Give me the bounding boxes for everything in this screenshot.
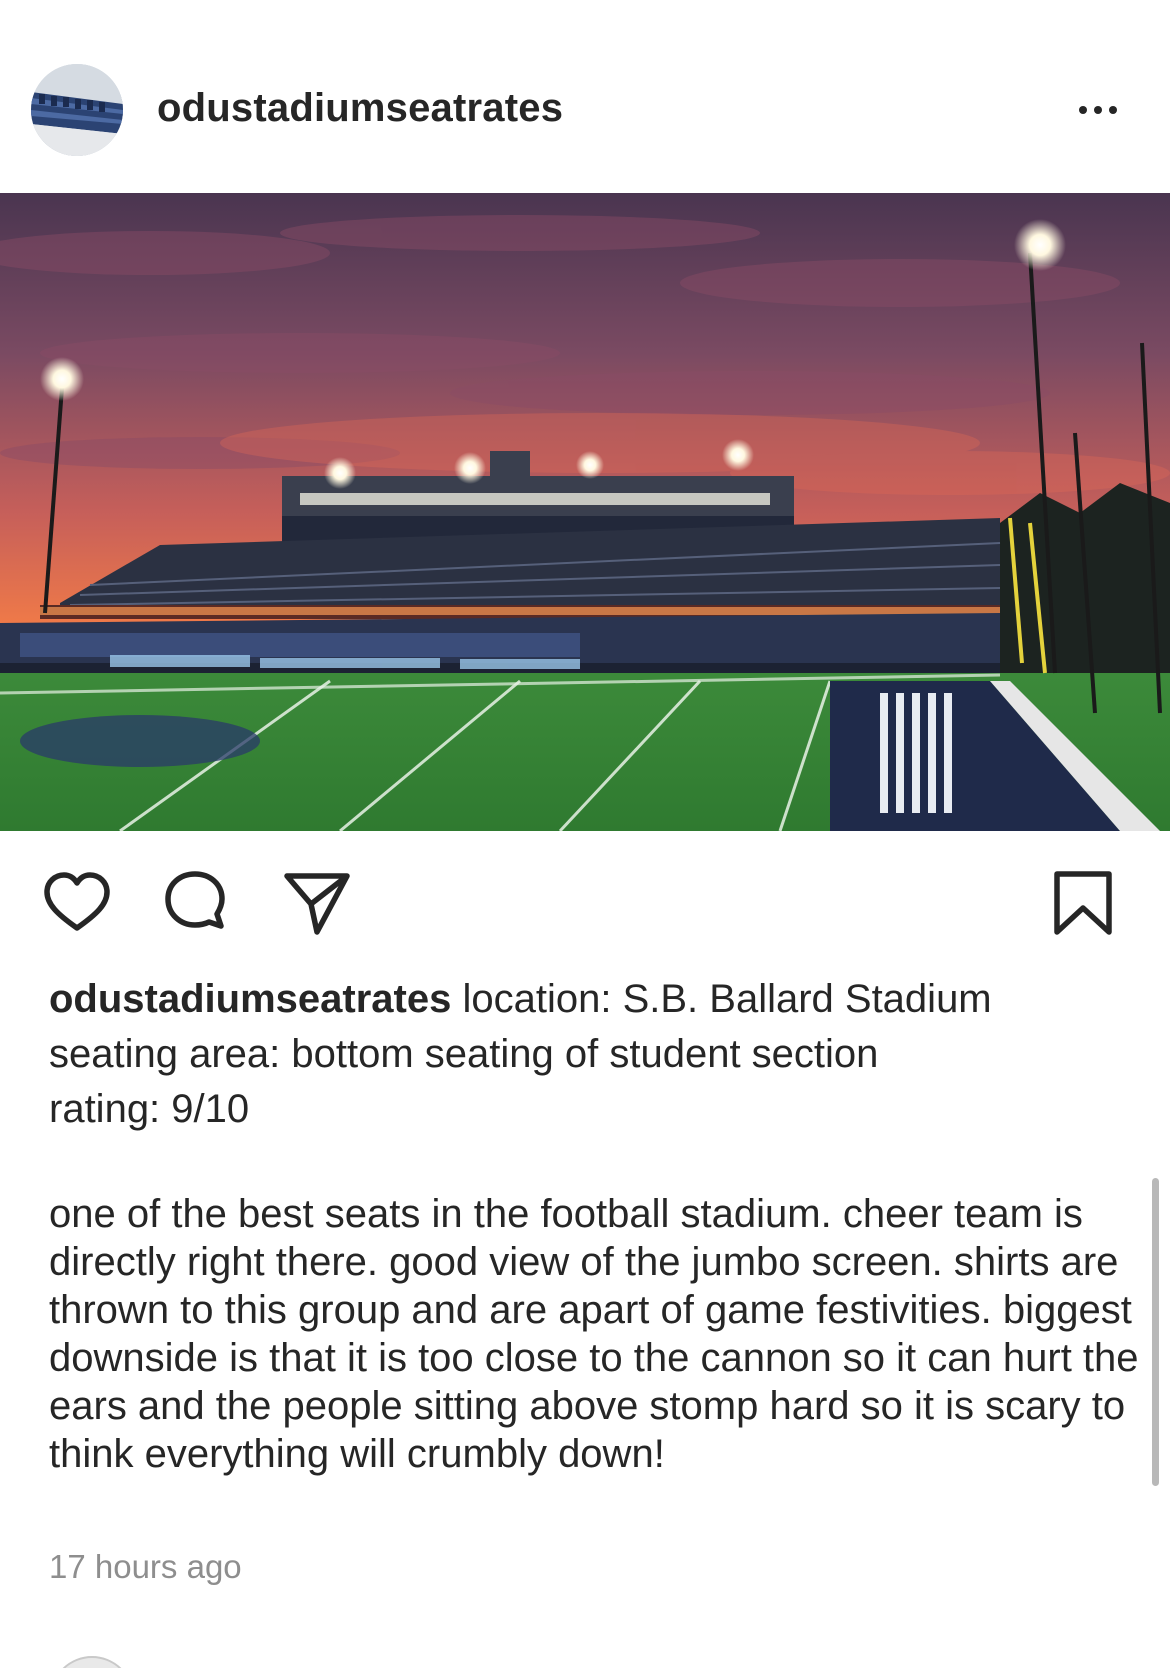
bookmark-icon[interactable]: [1047, 868, 1119, 938]
profile-avatar[interactable]: [31, 64, 123, 156]
next-post-avatar[interactable]: [50, 1656, 134, 1668]
caption-seating-area: seating area: bottom seating of student …: [49, 1032, 879, 1076]
paper-plane-icon[interactable]: [281, 868, 353, 938]
dot: [1109, 106, 1117, 114]
post-header: odustadiumseatrates: [0, 60, 1170, 160]
caption-line-1: odustadiumseatrates location: S.B. Balla…: [49, 972, 1129, 1027]
caption-location: location: S.B. Ballard Stadium: [462, 977, 992, 1021]
caption-username[interactable]: odustadiumseatrates: [49, 977, 451, 1021]
post-caption: odustadiumseatrates location: S.B. Balla…: [49, 972, 1129, 1137]
scrollbar[interactable]: [1152, 1178, 1159, 1486]
more-dots-icon[interactable]: [1068, 90, 1128, 130]
post-photo[interactable]: [0, 193, 1170, 831]
comment-bubble-icon[interactable]: [159, 868, 231, 938]
post-actions: [0, 868, 1170, 938]
stadium-seats-avatar-icon: [31, 64, 123, 156]
stadium-sunset-image: [0, 193, 1170, 831]
instagram-post: odustadiumseatrates odustadiumseatrates …: [0, 0, 1170, 1668]
post-username[interactable]: odustadiumseatrates: [157, 86, 563, 131]
dot: [1094, 106, 1102, 114]
heart-icon[interactable]: [41, 868, 113, 938]
caption-rating: rating: 9/10: [49, 1087, 250, 1131]
caption-body: one of the best seats in the football st…: [49, 1192, 1139, 1476]
post-timestamp: 17 hours ago: [49, 1548, 242, 1585]
dot: [1079, 106, 1087, 114]
